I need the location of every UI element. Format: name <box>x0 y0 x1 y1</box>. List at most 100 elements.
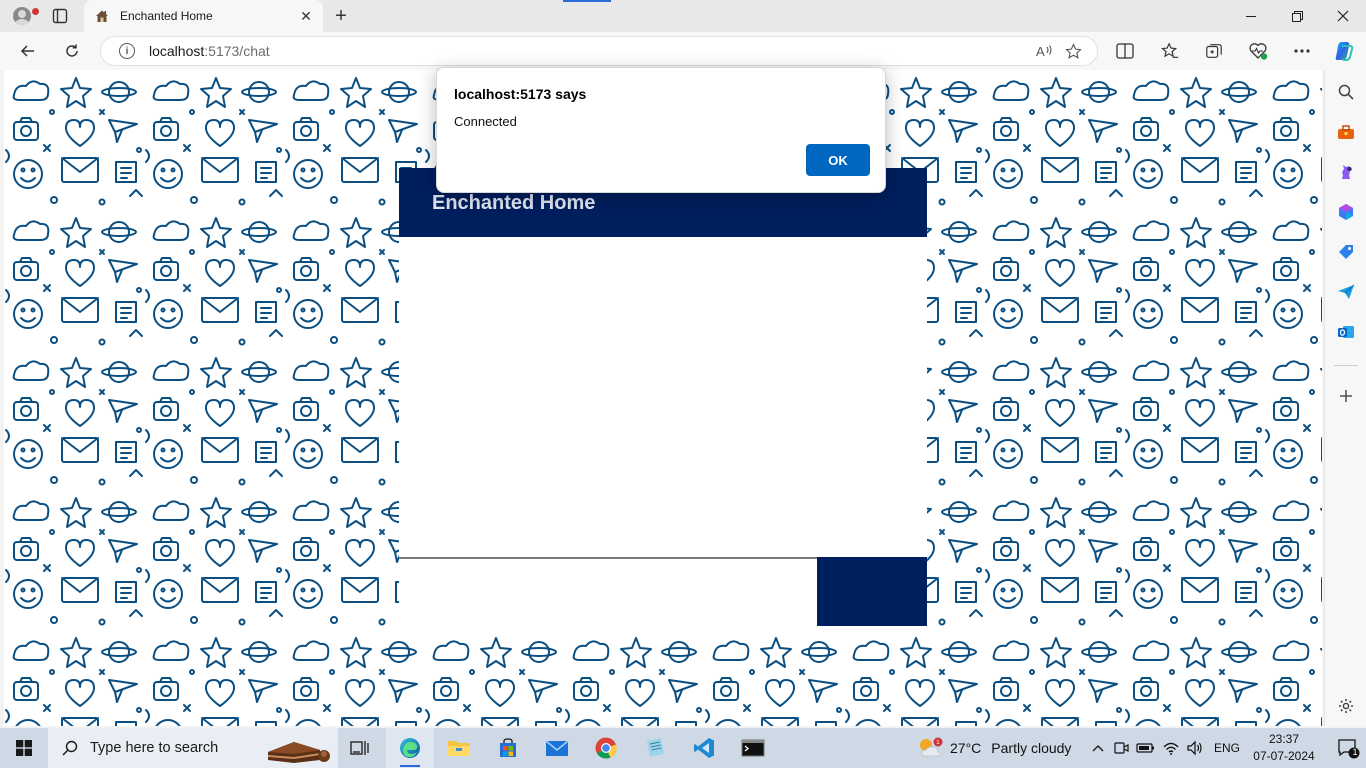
url-host: localhost <box>149 43 205 59</box>
favorite-star-button[interactable] <box>1059 37 1087 65</box>
start-button[interactable] <box>0 728 48 768</box>
notification-count: 1 <box>1352 747 1358 757</box>
paper-plane-icon <box>1338 284 1355 299</box>
url-path: :5173/chat <box>204 43 270 59</box>
chat-title: Enchanted Home <box>432 192 596 214</box>
clock-date: 07-07-2024 <box>1253 749 1315 763</box>
minimize-button[interactable] <box>1228 0 1274 32</box>
sidebar-shopping-button[interactable] <box>1336 242 1356 262</box>
sidebar-add-button[interactable] <box>1336 386 1356 406</box>
taskbar-vscode-app[interactable] <box>680 728 728 768</box>
collections-button[interactable] <box>1201 38 1227 64</box>
heart-pulse-icon <box>1249 43 1268 60</box>
alert-title: localhost:5173 says <box>454 86 587 102</box>
browser-toolbar: i localhost:5173/chat A <box>0 32 1366 70</box>
close-icon <box>1337 10 1349 22</box>
volume-icon[interactable] <box>1186 740 1204 756</box>
read-aloud-button[interactable]: A <box>1031 37 1059 65</box>
weather-widget[interactable]: 1 27°C Partly cloudy <box>916 728 1071 768</box>
system-tray: ENG <box>1088 728 1240 768</box>
search-placeholder: Type here to search <box>90 740 219 756</box>
copilot-button[interactable] <box>1331 38 1357 64</box>
taskbar-terminal-app[interactable] <box>729 728 777 768</box>
new-tab-button[interactable]: + <box>330 5 352 27</box>
sidebar-office-button[interactable] <box>1336 202 1356 222</box>
taskbar-file-explorer-app[interactable] <box>435 728 483 768</box>
sidebar-settings-button[interactable] <box>1336 696 1356 716</box>
url-text[interactable]: localhost:5173/chat <box>149 43 1031 59</box>
taskbar-chrome-app[interactable] <box>582 728 630 768</box>
site-info-icon[interactable]: i <box>119 43 135 59</box>
chat-messages-area <box>399 237 927 557</box>
profile-button[interactable] <box>8 4 39 28</box>
svg-text:A: A <box>1036 44 1045 59</box>
outlook-icon <box>1338 326 1354 338</box>
sidebar-tools-button[interactable] <box>1336 122 1356 142</box>
notepad-icon <box>647 738 664 757</box>
command-prompt-icon <box>741 739 765 757</box>
edge-browser-icon <box>400 738 420 758</box>
store-bag-icon <box>500 738 516 757</box>
toolbox-icon <box>1338 125 1354 139</box>
split-screen-button[interactable] <box>1112 38 1138 64</box>
search-icon <box>1338 84 1354 100</box>
collections-icon <box>1206 44 1222 58</box>
read-aloud-icon: A <box>1036 44 1052 59</box>
weather-temperature: 27°C <box>950 740 982 756</box>
chat-window: Enchanted Home <box>399 168 927 626</box>
alert-message: Connected <box>454 114 517 129</box>
plus-icon <box>1340 390 1352 402</box>
gear-icon <box>1339 699 1353 713</box>
close-window-button[interactable] <box>1320 0 1366 32</box>
browser-title-bar: Enchanted Home ✕ + <box>0 0 1366 32</box>
restore-icon <box>1291 10 1303 22</box>
sidebar-drop-button[interactable] <box>1336 282 1356 302</box>
battery-icon[interactable] <box>1136 741 1156 755</box>
restore-button[interactable] <box>1274 0 1320 32</box>
alert-dialog: localhost:5173 says Connected OK <box>436 67 886 193</box>
taskbar-mail-app[interactable] <box>533 728 581 768</box>
windows-logo-icon <box>16 740 32 756</box>
taskbar-notes-app[interactable] <box>631 728 679 768</box>
language-indicator[interactable]: ENG <box>1214 741 1240 755</box>
profile-notification-dot <box>32 8 39 15</box>
clock-time: 23:37 <box>1268 732 1300 746</box>
star-icon <box>1064 42 1082 59</box>
back-button[interactable] <box>14 37 42 65</box>
wifi-icon[interactable] <box>1162 740 1180 756</box>
favorites-button[interactable] <box>1157 38 1183 64</box>
tab-actions-button[interactable] <box>50 6 70 26</box>
search-icon <box>62 740 78 756</box>
taskbar-clock[interactable]: 23:37 07-07-2024 <box>1252 731 1316 765</box>
settings-more-button[interactable] <box>1289 38 1315 64</box>
taskbar-store-app[interactable] <box>484 728 532 768</box>
alert-ok-button[interactable]: OK <box>806 144 870 176</box>
message-input[interactable] <box>399 557 817 626</box>
taskbar-edge-app[interactable] <box>386 728 434 768</box>
browser-essentials-button[interactable] <box>1245 38 1271 64</box>
browser-tab-active[interactable]: Enchanted Home ✕ <box>84 0 323 32</box>
sidebar-search-button[interactable] <box>1336 82 1356 102</box>
refresh-button[interactable] <box>58 37 86 65</box>
sidebar-divider <box>1334 365 1358 366</box>
chocolate-cake-icon <box>267 742 330 763</box>
send-button[interactable] <box>817 557 927 626</box>
windows-taskbar: Type here to search 1 27°C Partly cloudy… <box>0 728 1366 768</box>
meet-now-icon[interactable] <box>1112 740 1130 756</box>
address-bar[interactable]: i localhost:5173/chat A <box>100 36 1098 66</box>
window-controls <box>1228 0 1366 32</box>
task-view-button[interactable] <box>336 728 384 768</box>
tab-title: Enchanted Home <box>120 9 213 23</box>
sidebar-outlook-button[interactable] <box>1336 322 1356 342</box>
sidebar-games-button[interactable] <box>1336 162 1356 182</box>
chevron-up-icon[interactable] <box>1088 741 1108 755</box>
tab-close-icon[interactable]: ✕ <box>295 5 317 27</box>
tag-icon <box>1339 245 1353 259</box>
chess-piece-icon <box>1342 165 1352 179</box>
partly-cloudy-icon: 1 <box>920 737 943 757</box>
notification-center-button[interactable]: 1 <box>1336 736 1360 760</box>
taskbar-search-box[interactable]: Type here to search <box>48 728 338 768</box>
more-dots-icon <box>1294 49 1310 53</box>
refresh-icon <box>66 44 78 57</box>
split-screen-icon <box>1116 43 1134 59</box>
